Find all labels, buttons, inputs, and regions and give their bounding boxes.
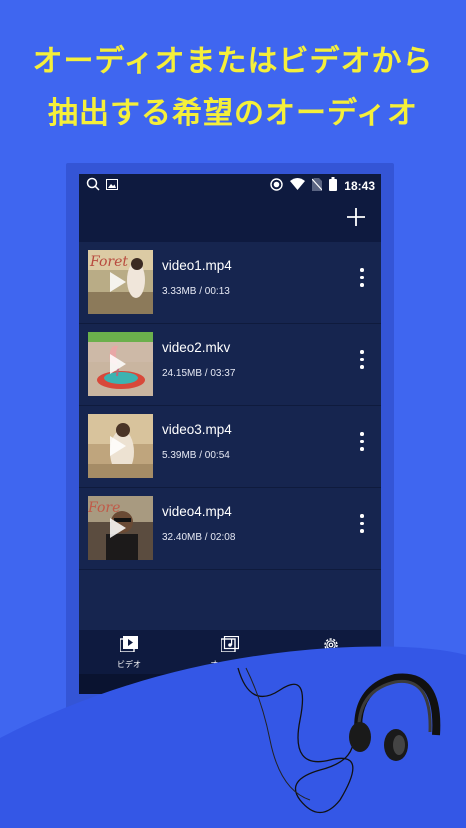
- record-icon: [270, 177, 283, 194]
- screen-bottom-strip: [79, 674, 381, 694]
- list-item[interactable]: video3.mp4 5.39MB / 00:54: [79, 406, 381, 488]
- video-meta: 5.39MB / 00:54: [162, 450, 230, 461]
- play-icon: [110, 354, 126, 374]
- status-bar: 18:43: [79, 174, 381, 196]
- video-title: video2.mkv: [162, 340, 231, 355]
- video-list: Foret video1.mp4 3.33MB / 00:13 video2.m…: [79, 242, 381, 570]
- video-library-icon: [119, 636, 138, 656]
- bottom-navigation: ビデオ オーディオ: [79, 630, 381, 674]
- video-meta: 24.15MB / 03:37: [162, 368, 236, 379]
- tab-video-label: ビデオ: [117, 660, 141, 669]
- video-title: video4.mp4: [162, 504, 232, 519]
- video-meta: 32.40MB / 02:08: [162, 532, 236, 543]
- video-thumbnail: [88, 332, 153, 396]
- promo-headline-line1: オーディオまたはビデオから: [32, 44, 434, 79]
- gear-icon: [322, 638, 340, 658]
- tab-audio-label: オーディオ: [210, 660, 250, 669]
- list-item[interactable]: video2.mkv 24.15MB / 03:37: [79, 324, 381, 406]
- more-options-icon[interactable]: [359, 268, 365, 291]
- tab-settings[interactable]: [281, 636, 381, 658]
- wifi-icon: [290, 178, 306, 193]
- battery-icon: [329, 177, 338, 194]
- search-icon: [86, 177, 100, 194]
- app-toolbar: [79, 196, 381, 242]
- play-icon: [110, 272, 126, 292]
- play-icon: [110, 518, 126, 538]
- video-thumbnail: [88, 414, 153, 478]
- video-meta: 3.33MB / 00:13: [162, 286, 230, 297]
- list-item[interactable]: Foret video1.mp4 3.33MB / 00:13: [79, 242, 381, 324]
- more-options-icon[interactable]: [359, 350, 365, 373]
- list-item[interactable]: Fore video4.mp4 32.40MB / 02:08: [79, 488, 381, 570]
- more-options-icon[interactable]: [359, 514, 365, 537]
- video-title: video3.mp4: [162, 422, 232, 437]
- tab-video[interactable]: ビデオ: [79, 636, 179, 670]
- no-sim-icon: [311, 177, 323, 194]
- audio-library-icon: [220, 635, 240, 656]
- app-screen: 18:43 Foret video1.mp4 3.33MB / 00:13 vi…: [79, 174, 381, 694]
- video-thumbnail: Fore: [88, 496, 153, 560]
- play-icon: [110, 436, 126, 456]
- svg-text:Foret: Foret: [89, 254, 128, 270]
- image-icon: [106, 178, 118, 193]
- video-title: video1.mp4: [162, 258, 232, 273]
- promo-headline-line2: 抽出する希望のオーディオ: [48, 96, 418, 131]
- tab-audio[interactable]: オーディオ: [180, 635, 280, 670]
- add-button[interactable]: [343, 202, 369, 232]
- more-options-icon[interactable]: [359, 432, 365, 455]
- status-time: 18:43: [344, 178, 375, 193]
- plus-icon: [346, 201, 366, 234]
- video-thumbnail: Foret: [88, 250, 153, 314]
